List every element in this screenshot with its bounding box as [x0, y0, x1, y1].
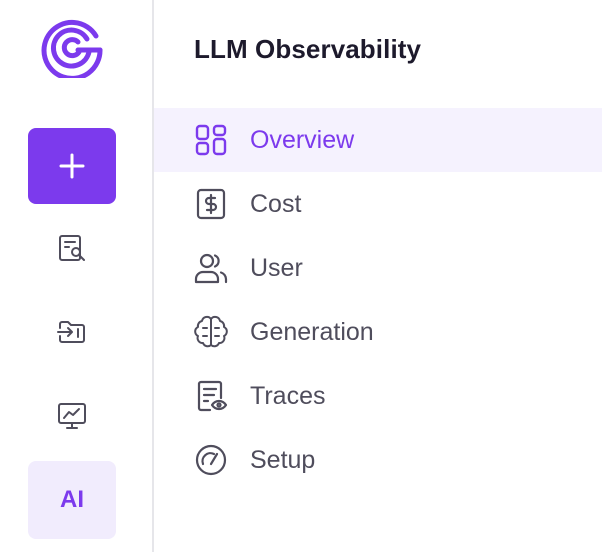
grid-icon — [192, 121, 230, 159]
add-button[interactable] — [28, 128, 116, 204]
folder-import-button[interactable] — [56, 316, 88, 348]
nav-item-generation[interactable]: Generation — [154, 300, 602, 364]
dollar-icon — [192, 185, 230, 223]
brand-logo[interactable] — [40, 14, 104, 81]
nav-item-overview[interactable]: Overview — [154, 108, 602, 172]
users-icon — [192, 249, 230, 287]
monitor-chart-button[interactable] — [56, 400, 88, 432]
ai-button[interactable]: AI — [28, 461, 116, 539]
nav-item-setup[interactable]: Setup — [154, 428, 602, 492]
panel-title: LLM Observability — [194, 34, 422, 64]
nav-label-cost: Cost — [250, 189, 302, 218]
plus-icon — [59, 153, 85, 179]
nav-label-generation: Generation — [250, 317, 374, 346]
nav-label-traces: Traces — [250, 381, 326, 410]
nav-label-setup: Setup — [250, 445, 316, 474]
brand-logo-icon — [41, 19, 103, 81]
nav-list: Overview Cost User Generation Traces Set… — [154, 108, 602, 492]
gauge-icon — [192, 441, 230, 479]
report-search-icon — [59, 235, 85, 261]
nav-label-overview: Overview — [250, 125, 355, 154]
folder-import-icon — [57, 321, 85, 343]
nav-item-cost[interactable]: Cost — [154, 172, 602, 236]
brain-icon — [192, 313, 230, 351]
report-search-button[interactable] — [56, 232, 88, 264]
nav-item-traces[interactable]: Traces — [154, 364, 602, 428]
nav-item-user[interactable]: User — [154, 236, 602, 300]
navigation-panel: LLM Observability Overview Cost User Gen… — [154, 0, 602, 552]
nav-label-user: User — [250, 253, 303, 282]
trace-doc-icon — [192, 377, 230, 415]
icon-rail: AI — [0, 0, 152, 552]
monitor-chart-icon — [58, 403, 86, 429]
